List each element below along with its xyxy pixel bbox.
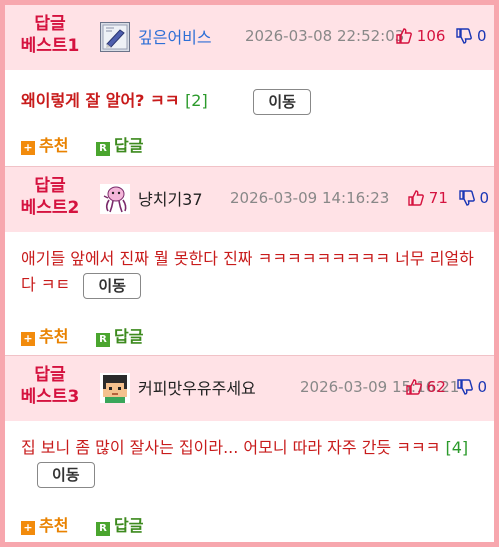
downvote-button[interactable]: 0 bbox=[456, 378, 487, 396]
reply-button[interactable]: R 답글 bbox=[96, 323, 143, 347]
reply-r-icon: R bbox=[96, 522, 111, 536]
reply-timestamp: 2026-03-09 14:16:23 bbox=[230, 189, 390, 207]
thumbs-up-icon bbox=[406, 379, 422, 395]
reply-timestamp: 2026-03-08 22:52:03 bbox=[245, 27, 405, 45]
downvote-button[interactable]: 0 bbox=[456, 27, 487, 45]
author-nickname[interactable]: 냥치기37 bbox=[138, 186, 203, 210]
move-button[interactable]: 이동 bbox=[83, 272, 141, 299]
author-nickname[interactable]: 깊은어비스 bbox=[138, 24, 212, 48]
plus-icon: + bbox=[21, 521, 35, 535]
pixel-face-icon[interactable] bbox=[100, 373, 130, 403]
vote-counts: 71 0 bbox=[408, 189, 489, 207]
thumbs-up-icon bbox=[408, 190, 424, 206]
move-button[interactable]: 이동 bbox=[253, 88, 311, 115]
move-button[interactable]: 이동 bbox=[37, 461, 95, 488]
best-reply-card: 답글 베스트2 냥치기37 2026-03-09 14:16:23 71 0 애… bbox=[5, 166, 494, 355]
recommend-button[interactable]: + 추천 bbox=[21, 132, 68, 156]
reply-actions: + 추천 R 답글 bbox=[21, 512, 165, 536]
best-reply-card: 답글 베스트3 커피맛우유주세요 2026-03-09 15:16:21 62 bbox=[5, 355, 494, 542]
downvote-count: 0 bbox=[477, 378, 487, 396]
thumbs-down-icon bbox=[458, 190, 475, 206]
reply-count: [2] bbox=[185, 91, 208, 110]
best-reply-badge: 답글 베스트3 bbox=[20, 365, 80, 407]
reply-count: [4] bbox=[445, 438, 469, 457]
reply-button[interactable]: R 답글 bbox=[96, 132, 143, 156]
best-replies-panel: 답글 베스트1 깊은어비스 2026-03-08 22:52:03 106 0 … bbox=[0, 0, 499, 547]
vote-counts: 106 0 bbox=[396, 27, 487, 45]
author-nickname[interactable]: 커피맛우유주세요 bbox=[138, 375, 256, 399]
reply-text: 왜이렇게 잘 알어? ㅋㅋ bbox=[21, 91, 180, 110]
upvote-count: 106 bbox=[416, 27, 446, 45]
reply-content: 왜이렇게 잘 알어? ㅋㅋ [2] 이동 bbox=[21, 82, 478, 115]
reply-actions: + 추천 R 답글 bbox=[21, 323, 165, 347]
reply-r-icon: R bbox=[96, 333, 111, 347]
reply-body: 집 보니 좀 많이 잘사는 집이라... 어모니 따라 자주 간듯 ㅋㅋㅋ [4… bbox=[5, 421, 494, 488]
downvote-count: 0 bbox=[476, 27, 487, 45]
thumbs-up-icon bbox=[396, 28, 412, 44]
upvote-button[interactable]: 106 bbox=[396, 27, 450, 45]
best-reply-badge: 답글 베스트2 bbox=[20, 176, 80, 218]
paper-notebook-icon[interactable] bbox=[100, 22, 130, 52]
downvote-count: 0 bbox=[479, 189, 489, 207]
plus-icon: + bbox=[21, 332, 35, 346]
thumbs-down-icon bbox=[456, 379, 473, 395]
upvote-button[interactable]: 71 bbox=[408, 189, 453, 207]
reply-header: 답글 베스트1 깊은어비스 2026-03-08 22:52:03 106 0 bbox=[5, 5, 494, 70]
recommend-button[interactable]: + 추천 bbox=[21, 512, 68, 536]
reply-text: 집 보니 좀 많이 잘사는 집이라... 어모니 따라 자주 간듯 ㅋㅋㅋ bbox=[21, 438, 441, 457]
reply-body: 왜이렇게 잘 알어? ㅋㅋ [2] 이동 bbox=[5, 70, 494, 115]
plus-icon: + bbox=[21, 141, 35, 155]
reply-body: 애기들 앞에서 진짜 뭘 못한다 진짜 ㅋㅋㅋㅋㅋㅋㅋㅋㅋ 너무 리얼하다 ㅋㅌ… bbox=[5, 232, 494, 299]
downvote-button[interactable]: 0 bbox=[458, 189, 489, 207]
reply-r-icon: R bbox=[96, 142, 111, 156]
upvote-button[interactable]: 62 bbox=[406, 378, 451, 396]
reply-actions: + 추천 R 답글 bbox=[21, 132, 165, 156]
upvote-count: 71 bbox=[428, 189, 448, 207]
best-reply-card: 답글 베스트1 깊은어비스 2026-03-08 22:52:03 106 0 … bbox=[5, 5, 494, 166]
reply-header: 답글 베스트2 냥치기37 2026-03-09 14:16:23 71 0 bbox=[5, 167, 494, 232]
reply-content: 집 보니 좀 많이 잘사는 집이라... 어모니 따라 자주 간듯 ㅋㅋㅋ [4… bbox=[21, 433, 478, 488]
recommend-button[interactable]: + 추천 bbox=[21, 323, 68, 347]
best-reply-badge: 답글 베스트1 bbox=[20, 14, 80, 56]
octopus-icon[interactable] bbox=[100, 184, 130, 214]
reply-content: 애기들 앞에서 진짜 뭘 못한다 진짜 ㅋㅋㅋㅋㅋㅋㅋㅋㅋ 너무 리얼하다 ㅋㅌ… bbox=[21, 244, 478, 299]
vote-counts: 62 0 bbox=[406, 378, 487, 396]
reply-header: 답글 베스트3 커피맛우유주세요 2026-03-09 15:16:21 62 bbox=[5, 356, 494, 421]
upvote-count: 62 bbox=[426, 378, 446, 396]
reply-button[interactable]: R 답글 bbox=[96, 512, 143, 536]
thumbs-down-icon bbox=[456, 28, 473, 44]
